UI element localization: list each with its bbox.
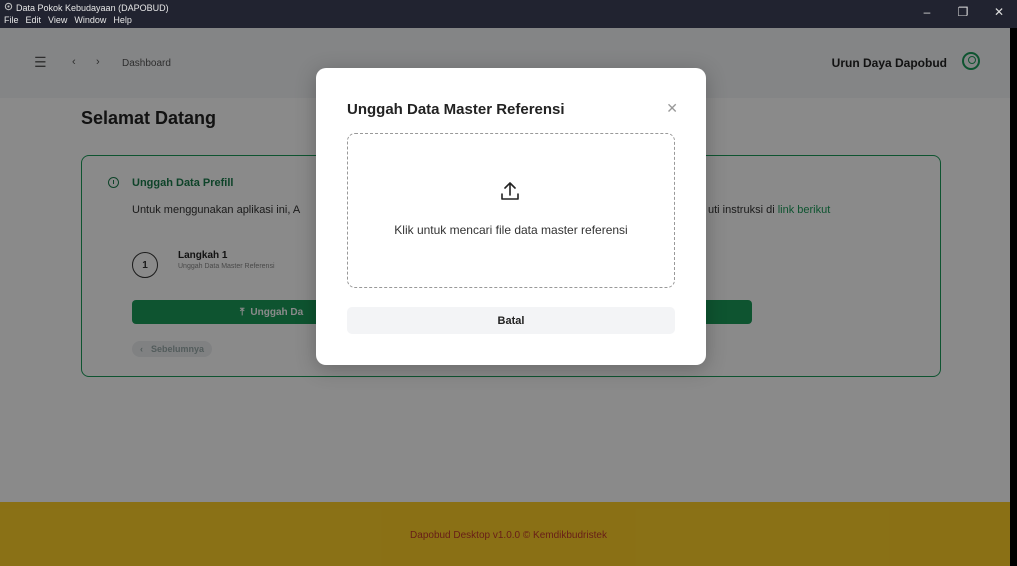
- app-icon: [4, 2, 13, 13]
- window-controls: – ❐ ✕: [909, 0, 1017, 24]
- window-edge: [1010, 28, 1017, 566]
- menu-file[interactable]: File: [4, 15, 19, 25]
- menu-window[interactable]: Window: [74, 15, 106, 25]
- file-dropzone[interactable]: Klik untuk mencari file data master refe…: [347, 133, 675, 288]
- menu-help[interactable]: Help: [113, 15, 132, 25]
- menu-view[interactable]: View: [48, 15, 67, 25]
- menu-edit[interactable]: Edit: [26, 15, 42, 25]
- minimize-button[interactable]: –: [909, 0, 945, 24]
- upload-icon: [498, 180, 522, 207]
- modal-title: Unggah Data Master Referensi: [347, 101, 565, 118]
- close-icon[interactable]: ✕: [666, 100, 678, 117]
- menu-bar: File Edit View Window Help: [4, 15, 132, 25]
- dropzone-text: Klik untuk mencari file data master refe…: [394, 223, 628, 237]
- cancel-button[interactable]: Batal: [347, 307, 675, 334]
- window-title: Data Pokok Kebudayaan (DAPOBUD): [16, 2, 169, 13]
- window-titlebar: Data Pokok Kebudayaan (DAPOBUD) File Edi…: [0, 0, 1017, 28]
- maximize-button[interactable]: ❐: [945, 0, 981, 24]
- upload-modal: Unggah Data Master Referensi ✕ Klik untu…: [316, 68, 706, 365]
- close-window-button[interactable]: ✕: [981, 0, 1017, 24]
- window-title-row: Data Pokok Kebudayaan (DAPOBUD): [4, 2, 169, 13]
